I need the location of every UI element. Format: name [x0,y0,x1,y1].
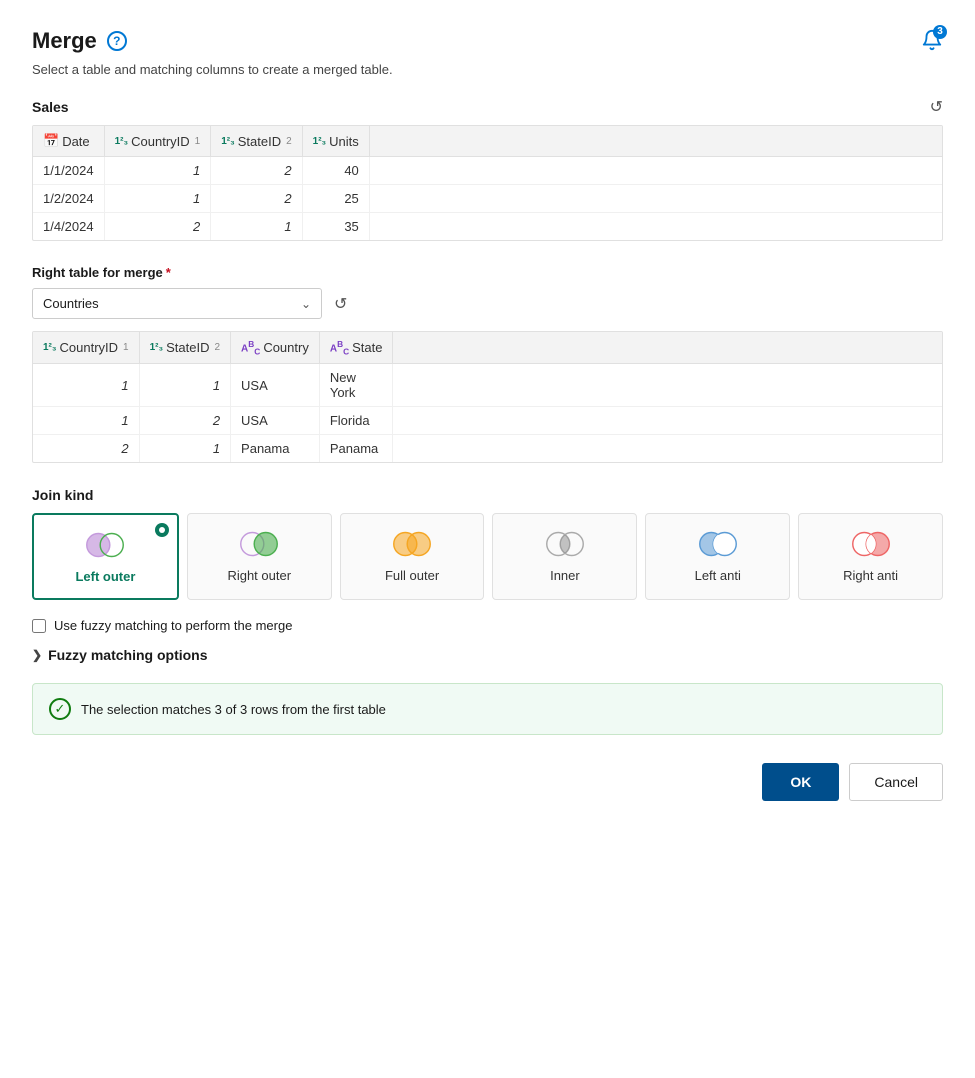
fuzzy-matching-checkbox[interactable] [32,619,46,633]
right-table-refresh-button[interactable]: ↺ [334,294,347,314]
footer-buttons: OK Cancel [32,763,943,801]
join-option-right-outer[interactable]: Right outer [187,513,332,600]
ok-button[interactable]: OK [762,763,839,801]
join-option-label-left-outer: Left outer [75,569,135,586]
match-result-banner: ✓ The selection matches 3 of 3 rows from… [32,683,943,735]
join-kind-label: Join kind [32,487,943,503]
countries-col-country: ABC Country [231,332,320,364]
fuzzy-expand-section[interactable]: ❯ Fuzzy matching options [32,647,943,663]
right-table-selected-value: Countries [43,296,99,311]
countries-table: 1²₃ CountryID 1 1²₃ StateID 2 ABC Co [33,332,942,462]
join-option-label-right-outer: Right outer [227,568,291,585]
join-option-label-inner: Inner [550,568,580,585]
table-row: 1 2 USA Florida [33,407,942,435]
sales-col-date: 📅 Date [33,126,104,157]
join-option-left-anti[interactable]: Left anti [645,513,790,600]
title-area: Merge ? [32,28,127,54]
fuzzy-matching-label[interactable]: Use fuzzy matching to perform the merge [54,618,292,633]
inner-icon [541,528,589,560]
notification-badge: 3 [933,25,947,39]
right-anti-icon [847,528,895,560]
check-circle-icon: ✓ [49,698,71,720]
join-option-full-outer[interactable]: Full outer [340,513,485,600]
page-title: Merge [32,28,97,54]
subtitle: Select a table and matching columns to c… [32,62,943,77]
sales-refresh-button[interactable]: ↺ [930,97,943,117]
countries-col-state: ABC State [319,332,393,364]
sales-col-countryid: 1²₃ CountryID 1 [104,126,211,157]
sales-col-units: 1²₃ Units [302,126,369,157]
right-outer-icon [235,528,283,560]
right-table-dropdown[interactable]: Countries ⌄ [32,288,322,319]
countries-col-countryid: 1²₃ CountryID 1 [33,332,139,364]
dialog-header: Merge ? 3 [32,28,943,54]
sales-table-container: 📅 Date 1²₃ CountryID 1 1²₃ StateID [32,125,943,241]
full-outer-icon [388,528,436,560]
table-row: 1 1 USA New York [33,364,942,407]
sales-section-label: Sales ↺ [32,97,943,117]
join-option-inner[interactable]: Inner [492,513,637,600]
countries-col-empty [393,332,942,364]
help-icon[interactable]: ? [107,31,127,51]
right-table-label: Right table for merge* [32,265,943,280]
right-table-dropdown-row: Countries ⌄ ↺ [32,288,943,319]
table-row: 2 1 Panama Panama [33,435,942,463]
sales-col-empty [369,126,942,157]
match-result-text: The selection matches 3 of 3 rows from t… [81,702,386,717]
table-row: 1/1/2024 1 2 40 [33,157,942,185]
fuzzy-matching-row: Use fuzzy matching to perform the merge [32,618,943,633]
sales-table: 📅 Date 1²₃ CountryID 1 1²₃ StateID [33,126,942,240]
left-outer-icon [81,529,129,561]
join-options-container: Left outer Right outer Full outer [32,513,943,600]
chevron-down-icon: ⌄ [301,297,311,311]
chevron-right-icon: ❯ [32,648,42,662]
join-option-label-full-outer: Full outer [385,568,439,585]
cancel-button[interactable]: Cancel [849,763,943,801]
join-option-label-right-anti: Right anti [843,568,898,585]
sales-col-stateid: 1²₃ StateID 2 [211,126,302,157]
notification-icon[interactable]: 3 [921,29,943,54]
table-row: 1/2/2024 1 2 25 [33,185,942,213]
join-option-left-outer[interactable]: Left outer [32,513,179,600]
selected-indicator [155,523,169,537]
countries-col-stateid: 1²₃ StateID 2 [139,332,230,364]
table-row: 1/4/2024 2 1 35 [33,213,942,241]
left-anti-icon [694,528,742,560]
join-option-right-anti[interactable]: Right anti [798,513,943,600]
join-option-label-left-anti: Left anti [695,568,741,585]
countries-table-container: 1²₃ CountryID 1 1²₃ StateID 2 ABC Co [32,331,943,463]
fuzzy-expand-label: Fuzzy matching options [48,647,207,663]
